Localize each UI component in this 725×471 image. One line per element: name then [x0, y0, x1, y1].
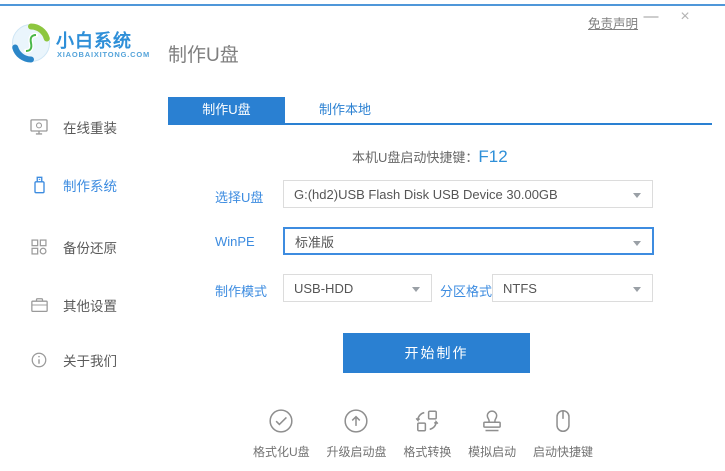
partition-format-dropdown[interactable]: NTFS	[492, 274, 653, 302]
usb-select-label: 选择U盘	[215, 190, 264, 205]
tool-label: 格式化U盘	[253, 445, 310, 459]
minimize-button[interactable]: —	[641, 8, 661, 25]
winpe-dropdown[interactable]: 标准版	[283, 227, 654, 255]
toolbox-icon	[30, 297, 48, 313]
tab-make-usb[interactable]: 制作U盘	[168, 97, 285, 123]
window-top-border	[0, 4, 725, 6]
tab-make-local[interactable]: 制作本地	[285, 97, 405, 123]
make-mode-label: 制作模式	[215, 284, 268, 299]
partition-format-value: NTFS	[503, 280, 537, 296]
sidebar-item-other-settings[interactable]: 其他设置	[30, 293, 117, 317]
hotkey-label: 本机U盘启动快捷键：	[352, 150, 479, 165]
boot-hotkey-line: 本机U盘启动快捷键：F12	[352, 147, 508, 167]
tool-format-usb[interactable]: 格式化U盘	[253, 408, 310, 460]
winpe-label: WinPE	[215, 234, 255, 249]
make-mode-dropdown[interactable]: USB-HDD	[283, 274, 432, 302]
winpe-value: 标准版	[295, 234, 335, 250]
tool-simulate-boot[interactable]: 模拟启动	[468, 408, 516, 460]
backup-grid-icon	[30, 239, 48, 255]
partition-format-label: 分区格式	[440, 284, 493, 299]
usb-select-dropdown[interactable]: G:(hd2)USB Flash Disk USB Device 30.00GB	[283, 180, 653, 208]
start-make-button[interactable]: 开始制作	[343, 333, 530, 373]
sidebar-item-label: 关于我们	[63, 354, 117, 369]
chevron-down-icon	[633, 240, 641, 246]
sidebar-item-backup-restore[interactable]: 备份还原	[30, 235, 117, 259]
chevron-down-icon	[633, 286, 641, 292]
footer-toolbar: 格式化U盘 升级启动盘 格式转换 模拟启动 启动快捷键	[253, 408, 593, 460]
page-title: 制作U盘	[168, 45, 239, 66]
tool-format-convert[interactable]: 格式转换	[403, 408, 451, 460]
tool-label: 升级启动盘	[326, 445, 387, 459]
app-logo-icon	[12, 23, 50, 63]
brand-domain: XIAOBAIXITONG.COM	[57, 50, 151, 59]
sidebar-item-make-system[interactable]: 制作系统	[30, 173, 117, 197]
disclaimer-link[interactable]: 免责声明	[588, 13, 638, 32]
tool-upgrade-boot-disk[interactable]: 升级启动盘	[326, 408, 387, 460]
sidebar-item-label: 制作系统	[63, 179, 117, 194]
sidebar-item-label: 其他设置	[63, 299, 117, 314]
check-circle-icon	[268, 408, 294, 439]
tool-boot-hotkey[interactable]: 启动快捷键	[533, 408, 593, 460]
mouse-icon	[550, 408, 576, 439]
usb-select-value: G:(hd2)USB Flash Disk USB Device 30.00GB	[294, 186, 558, 202]
make-mode-value: USB-HDD	[294, 280, 354, 296]
monitor-reinstall-icon	[30, 119, 48, 135]
chevron-down-icon	[412, 286, 420, 292]
tool-label: 启动快捷键	[532, 445, 593, 459]
sidebar-item-online-reinstall[interactable]: 在线重装	[30, 115, 117, 139]
info-circle-icon	[30, 352, 48, 368]
sidebar-item-about-us[interactable]: 关于我们	[30, 348, 117, 372]
format-convert-icon	[414, 408, 440, 439]
tab-strip: 制作U盘 制作本地	[168, 97, 712, 125]
usb-drive-icon	[30, 176, 48, 194]
chevron-down-icon	[633, 192, 641, 198]
app-window: 免责声明 — × 小白系统 XIAOBAIXITONG.COM 制作U盘 在线重…	[0, 0, 725, 471]
close-button[interactable]: ×	[674, 8, 696, 26]
sidebar-item-label: 备份还原	[63, 241, 117, 256]
upload-circle-icon	[343, 408, 369, 439]
tool-label: 模拟启动	[468, 445, 517, 459]
hotkey-value: F12	[478, 147, 508, 166]
sidebar-item-label: 在线重装	[63, 121, 117, 136]
tool-label: 格式转换	[403, 445, 452, 459]
stamp-icon	[479, 408, 505, 439]
